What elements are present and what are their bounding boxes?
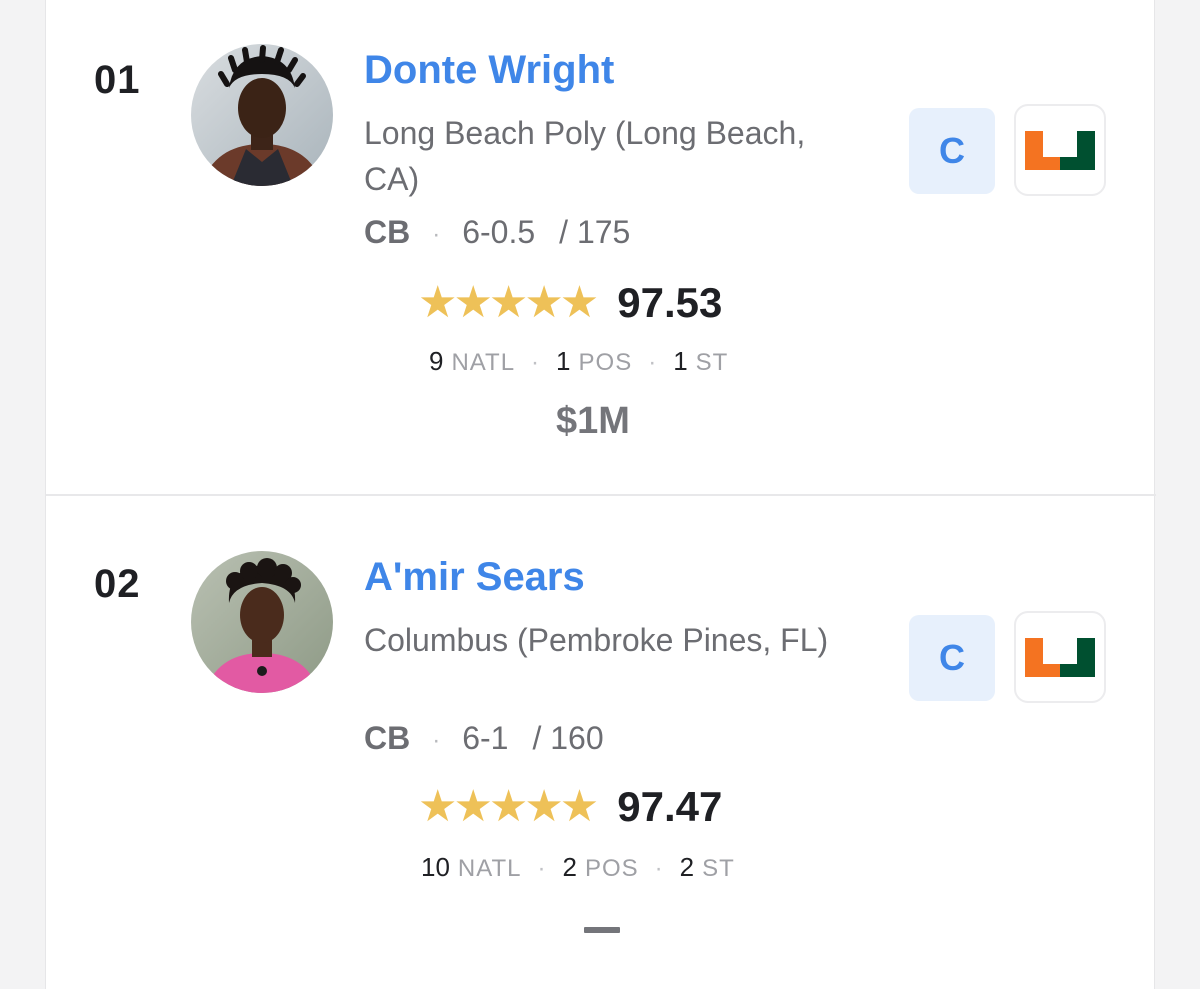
player-height: 6-1 (462, 720, 509, 756)
position-rank: 1 (556, 346, 571, 376)
miami-u-logo-icon (1025, 131, 1095, 170)
player-rankings: 10 NATL · 2 POS · 2 ST (421, 852, 735, 883)
separator-dot: · (537, 855, 547, 882)
player-rankings: 9 NATL · 1 POS · 1 ST (429, 346, 728, 377)
star-rating-icon: ★★★★★ (418, 278, 599, 327)
commit-status-badge: C (909, 108, 995, 194)
state-label: ST (702, 855, 735, 882)
player-position: CB (364, 214, 411, 250)
national-label: NATL (451, 349, 516, 376)
star-rating-icon: ★★★★★ (418, 782, 599, 831)
position-label: POS (578, 349, 633, 376)
player-weight: / 160 (532, 720, 604, 756)
national-rank: 9 (429, 346, 444, 376)
nil-valuation: $1M (556, 400, 630, 442)
player-avatar[interactable] (191, 551, 333, 693)
player-vitals: CB · 6-0.5 / 175 (364, 214, 630, 251)
nil-valuation-empty (584, 927, 620, 933)
player-photo-icon (191, 44, 333, 186)
player-avatar[interactable] (191, 44, 333, 186)
separator-dot: · (648, 349, 658, 376)
state-rank: 1 (673, 346, 688, 376)
miami-u-logo-icon (1025, 638, 1095, 677)
player-name-link[interactable]: Donte Wright (364, 48, 614, 93)
separator-dot: · (432, 726, 441, 754)
separator-dot: · (531, 349, 541, 376)
player-score: 97.47 (617, 783, 723, 830)
player-school: Columbus (Pembroke Pines, FL) (364, 622, 829, 658)
separator-dot: · (654, 855, 664, 882)
state-label: ST (695, 349, 729, 376)
player-height: 6-0.5 (462, 214, 536, 250)
separator-dot: · (432, 220, 441, 248)
commit-status-badge: C (909, 615, 995, 701)
player-score: 97.53 (617, 279, 723, 326)
player-rank: 02 (94, 562, 141, 606)
player-school: Long Beach Poly (Long Beach, CA) (364, 115, 806, 197)
team-logo-button[interactable] (1014, 104, 1106, 196)
national-rank: 10 (421, 852, 450, 882)
player-name-link[interactable]: A'mir Sears (364, 555, 585, 600)
rankings-list: 01 Donte Wright Long Beach Poly (Long Be… (45, 0, 1156, 989)
position-label: POS (584, 855, 639, 882)
player-position: CB (364, 720, 411, 756)
national-label: NATL (457, 855, 522, 882)
player-rank: 01 (94, 58, 141, 102)
player-photo-icon (191, 551, 333, 693)
state-rank: 2 (679, 852, 695, 882)
player-row[interactable]: 01 Donte Wright Long Beach Poly (Long Be… (46, 0, 1156, 496)
team-logo-button[interactable] (1014, 611, 1106, 703)
player-row[interactable]: 02 A'mir Sears Columbus (Pembroke Pines,… (46, 496, 1156, 989)
player-rating: ★★★★★ 97.53 (418, 278, 722, 328)
player-rating: ★★★★★ 97.47 (418, 782, 722, 832)
player-vitals: CB · 6-1 / 160 (364, 720, 604, 757)
player-weight: / 175 (559, 214, 631, 250)
position-rank: 2 (562, 852, 577, 882)
